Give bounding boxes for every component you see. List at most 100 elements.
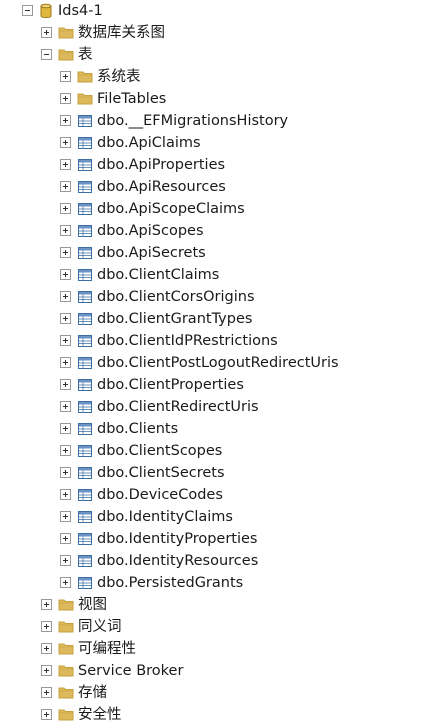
tree-node-folder[interactable]: 可编程性 — [0, 638, 433, 660]
table-icon — [77, 553, 93, 569]
expand-toggle-icon[interactable] — [41, 687, 52, 698]
table-icon — [77, 487, 93, 503]
node-label: dbo.ApiResources — [97, 179, 226, 195]
tree-node-folder[interactable]: 系统表 — [0, 66, 433, 88]
tree-node-table[interactable]: dbo.ClientProperties — [0, 374, 433, 396]
tree-node-folder[interactable]: 同义词 — [0, 616, 433, 638]
tree-node-table[interactable]: dbo.ClientPostLogoutRedirectUris — [0, 352, 433, 374]
node-label: Ids4-1 — [58, 3, 103, 19]
expand-toggle-icon[interactable] — [60, 181, 71, 192]
expand-toggle-icon[interactable] — [41, 27, 52, 38]
tree-node-table[interactable]: dbo.IdentityClaims — [0, 506, 433, 528]
expand-toggle-icon[interactable] — [60, 423, 71, 434]
collapse-toggle-icon[interactable] — [41, 49, 52, 60]
tree-node-folder[interactable]: FileTables — [0, 88, 433, 110]
node-label: dbo.ApiClaims — [97, 135, 201, 151]
tree-node-table[interactable]: dbo.ApiScopeClaims — [0, 198, 433, 220]
expand-toggle-icon[interactable] — [60, 159, 71, 170]
node-label: 存储 — [78, 685, 107, 701]
tree-node-tables-folder[interactable]: 表 — [0, 44, 433, 66]
expand-toggle-icon[interactable] — [41, 665, 52, 676]
tree-node-table[interactable]: dbo.ApiResources — [0, 176, 433, 198]
expand-toggle-icon[interactable] — [60, 467, 71, 478]
tree-node-table[interactable]: dbo.ApiSecrets — [0, 242, 433, 264]
expand-toggle-icon[interactable] — [60, 555, 71, 566]
expand-toggle-icon[interactable] — [41, 599, 52, 610]
folder-icon — [58, 597, 74, 613]
tree-node-table[interactable]: dbo.ApiProperties — [0, 154, 433, 176]
folder-icon — [58, 619, 74, 635]
tree-node-folder[interactable]: Service Broker — [0, 660, 433, 682]
tree-node-table[interactable]: dbo.ClientCorsOrigins — [0, 286, 433, 308]
table-icon — [77, 465, 93, 481]
node-label: dbo.__EFMigrationsHistory — [97, 113, 289, 129]
node-label: dbo.ClientRedirectUris — [97, 399, 259, 415]
node-label: Service Broker — [78, 663, 184, 679]
table-icon — [77, 333, 93, 349]
folder-icon — [58, 25, 74, 41]
expand-toggle-icon[interactable] — [60, 357, 71, 368]
tree-node-table[interactable]: dbo.ClientClaims — [0, 264, 433, 286]
table-icon — [77, 355, 93, 371]
node-label: dbo.ClientClaims — [97, 267, 220, 283]
expand-toggle-icon[interactable] — [60, 269, 71, 280]
expand-toggle-icon[interactable] — [60, 335, 71, 346]
tree-node-table[interactable]: dbo.DeviceCodes — [0, 484, 433, 506]
node-label: dbo.ClientIdPRestrictions — [97, 333, 278, 349]
folder-icon — [58, 47, 74, 63]
tree-node-table[interactable]: dbo.ClientGrantTypes — [0, 308, 433, 330]
expand-toggle-icon[interactable] — [60, 115, 71, 126]
expand-toggle-icon[interactable] — [60, 93, 71, 104]
expand-toggle-icon[interactable] — [60, 401, 71, 412]
expand-toggle-icon[interactable] — [60, 313, 71, 324]
tree-node-folder[interactable]: 数据库关系图 — [0, 22, 433, 44]
object-explorer-tree: Ids4-1 数据库关系图 表 系统表 FileTables dbo.__EFM… — [0, 0, 433, 725]
expand-toggle-icon[interactable] — [60, 137, 71, 148]
expand-toggle-icon[interactable] — [60, 71, 71, 82]
expand-toggle-icon[interactable] — [41, 621, 52, 632]
tree-node-table[interactable]: dbo.ApiClaims — [0, 132, 433, 154]
tree-node-table[interactable]: dbo.Clients — [0, 418, 433, 440]
expand-toggle-icon[interactable] — [60, 489, 71, 500]
table-icon — [77, 311, 93, 327]
tree-node-folder[interactable]: 存储 — [0, 682, 433, 704]
tree-node-table[interactable]: dbo.PersistedGrants — [0, 572, 433, 594]
table-icon — [77, 575, 93, 591]
tree-node-table[interactable]: dbo.ClientSecrets — [0, 462, 433, 484]
expand-toggle-icon[interactable] — [60, 511, 71, 522]
expand-toggle-icon[interactable] — [41, 709, 52, 720]
table-icon — [77, 179, 93, 195]
expand-toggle-icon[interactable] — [60, 533, 71, 544]
expand-toggle-icon[interactable] — [60, 225, 71, 236]
node-label: dbo.ClientProperties — [97, 377, 244, 393]
node-label: dbo.ClientSecrets — [97, 465, 225, 481]
tree-node-table[interactable]: dbo.ApiScopes — [0, 220, 433, 242]
tree-node-table[interactable]: dbo.ClientScopes — [0, 440, 433, 462]
tree-node-table[interactable]: dbo.ClientIdPRestrictions — [0, 330, 433, 352]
node-label: dbo.ClientScopes — [97, 443, 223, 459]
tree-node-database[interactable]: Ids4-1 — [0, 0, 433, 22]
tree-node-table[interactable]: dbo.IdentityResources — [0, 550, 433, 572]
tree-node-table[interactable]: dbo.ClientRedirectUris — [0, 396, 433, 418]
expand-toggle-icon[interactable] — [60, 203, 71, 214]
table-icon — [77, 135, 93, 151]
node-label: dbo.IdentityResources — [97, 553, 259, 569]
expand-toggle-icon[interactable] — [60, 291, 71, 302]
expand-toggle-icon[interactable] — [60, 577, 71, 588]
tree-node-folder[interactable]: 安全性 — [0, 704, 433, 726]
folder-icon — [77, 69, 93, 85]
expand-toggle-icon[interactable] — [60, 247, 71, 258]
node-label: dbo.IdentityProperties — [97, 531, 258, 547]
table-icon — [77, 245, 93, 261]
tree-node-table[interactable]: dbo.IdentityProperties — [0, 528, 433, 550]
expand-toggle-icon[interactable] — [60, 445, 71, 456]
expand-toggle-icon[interactable] — [41, 643, 52, 654]
collapse-toggle-icon[interactable] — [22, 5, 33, 16]
tree-node-folder[interactable]: 视图 — [0, 594, 433, 616]
node-label: dbo.ApiScopes — [97, 223, 204, 239]
tree-node-table[interactable]: dbo.__EFMigrationsHistory — [0, 110, 433, 132]
expand-toggle-icon[interactable] — [60, 379, 71, 390]
folder-icon — [77, 91, 93, 107]
table-icon — [77, 399, 93, 415]
node-label: dbo.ApiProperties — [97, 157, 226, 173]
